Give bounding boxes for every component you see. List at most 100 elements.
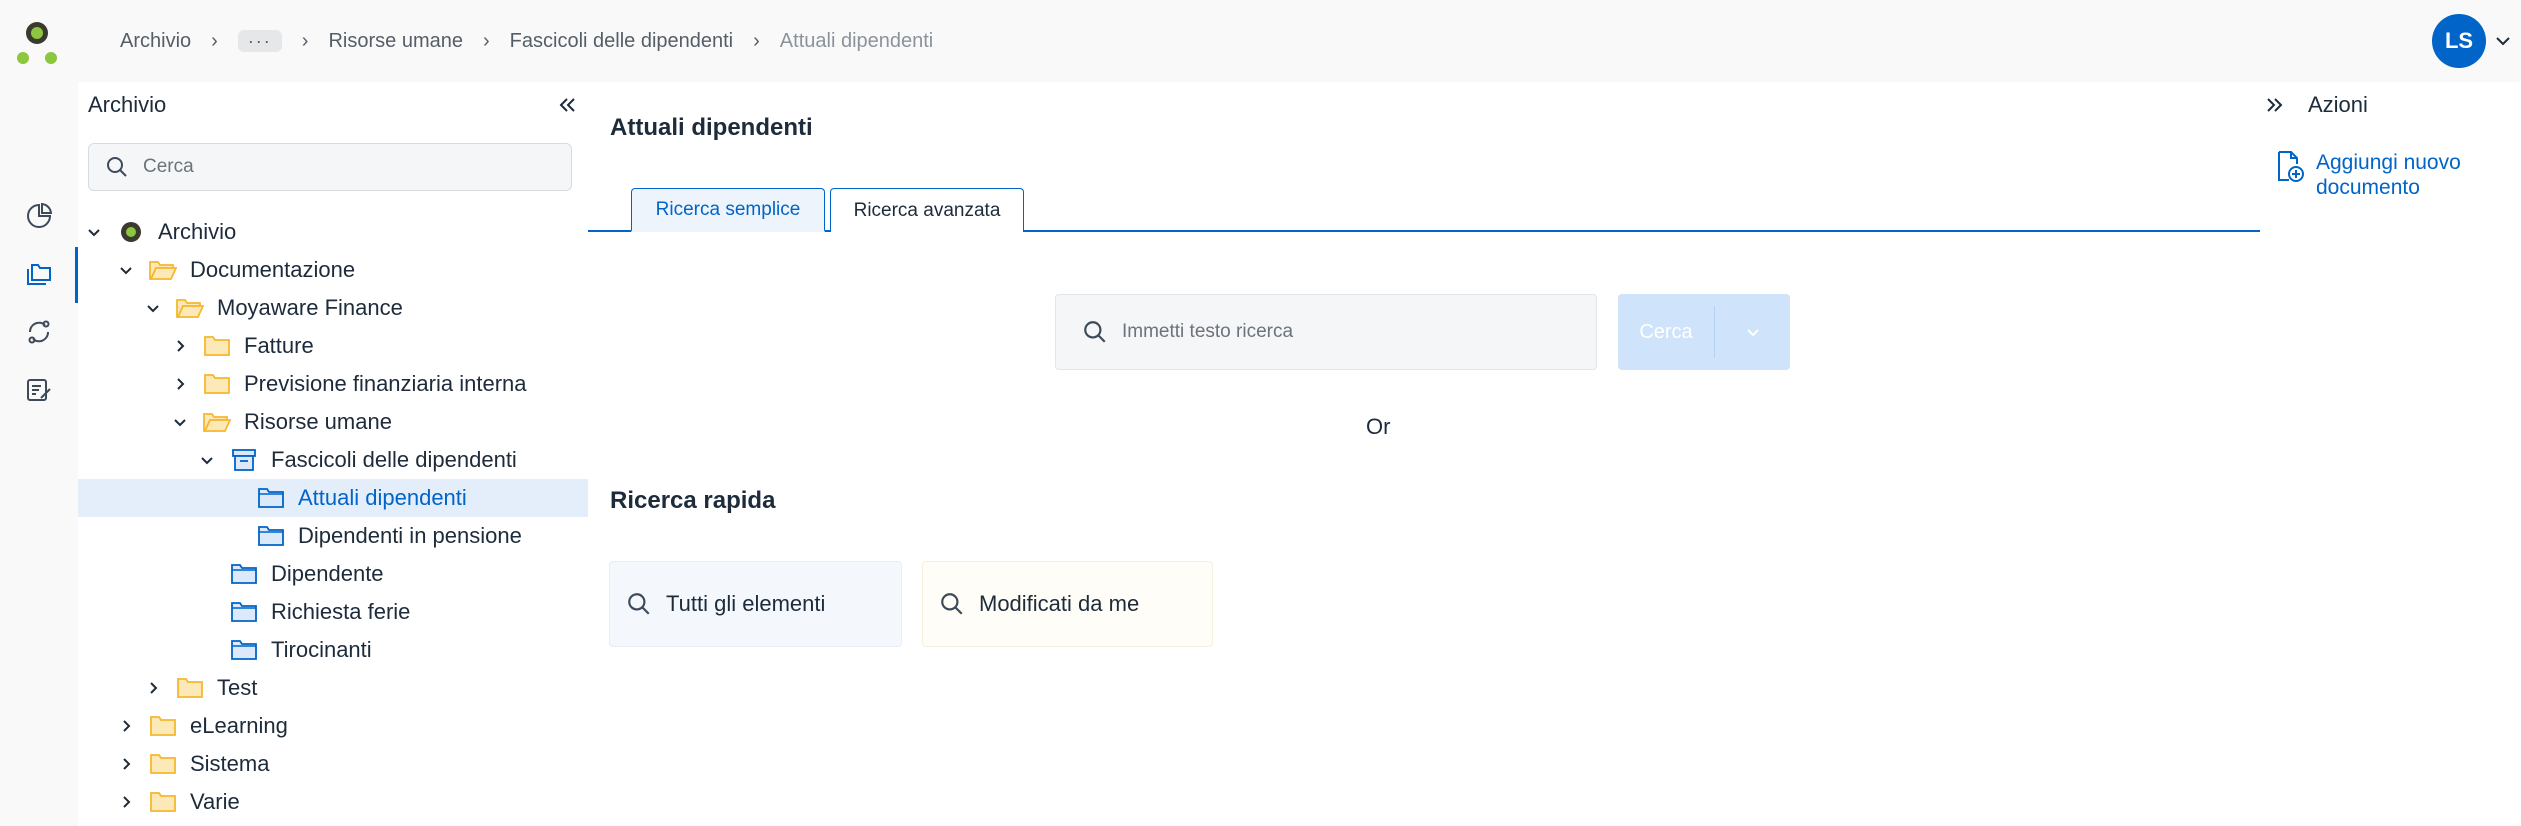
archive-logo-icon xyxy=(116,219,146,245)
search-options-button[interactable] xyxy=(1715,323,1790,341)
rail-dashboard[interactable] xyxy=(0,188,78,244)
add-document-action[interactable]: Aggiungi nuovo documento xyxy=(2276,150,2516,200)
breadcrumb-current: Attuali dipendenti xyxy=(779,29,934,52)
top-bar: Archivio › ··· › Risorse umane › Fascico… xyxy=(0,0,2521,82)
tab-ricerca-avanzata[interactable]: Ricerca avanzata xyxy=(830,188,1024,232)
search-button[interactable]: Cerca xyxy=(1618,321,1714,344)
chevron-right-icon[interactable] xyxy=(114,790,138,814)
tree-node-test[interactable]: Test xyxy=(78,669,588,707)
chevron-right-icon[interactable] xyxy=(114,752,138,776)
chevron-right-icon: › xyxy=(301,29,309,52)
chevron-down-icon[interactable] xyxy=(195,448,219,472)
tree-node-label: Tirocinanti xyxy=(271,637,372,662)
chevron-down-icon[interactable] xyxy=(141,296,165,320)
search-icon xyxy=(107,157,127,177)
tree-node-label: Sistema xyxy=(190,751,270,776)
task-list-icon xyxy=(27,379,51,401)
chevron-right-icon: › xyxy=(482,29,490,52)
tree-node-varie[interactable]: Varie xyxy=(78,783,588,821)
user-avatar[interactable]: LS xyxy=(2432,14,2486,68)
quick-search-modified-by-me[interactable]: Modificati da me xyxy=(922,561,1213,647)
collapse-left-icon[interactable] xyxy=(556,94,578,116)
breadcrumb-ellipsis-button[interactable]: ··· xyxy=(237,30,282,52)
tree-node-dipendenti-pensione[interactable]: Dipendenti in pensione xyxy=(78,517,588,555)
chevron-right-icon: › xyxy=(753,29,760,52)
quick-search-label: Modificati da me xyxy=(979,591,1140,616)
tree-node-tirocinanti[interactable]: Tirocinanti xyxy=(78,631,588,669)
search-placeholder: Immetti testo ricerca xyxy=(1122,321,1294,342)
tree-node-label: Varie xyxy=(190,789,240,814)
tree-node-label: Richiesta ferie xyxy=(271,599,411,624)
folder-icon xyxy=(148,751,178,777)
folder-blue-icon xyxy=(256,523,286,549)
tree-node-previsione[interactable]: Previsione finanziaria interna xyxy=(78,365,588,403)
folder-open-icon xyxy=(148,257,178,283)
rail-archive[interactable] xyxy=(0,247,78,303)
chevron-down-icon[interactable] xyxy=(82,220,106,244)
rail-workflow[interactable] xyxy=(0,304,78,360)
tree-node-label: Previsione finanziaria interna xyxy=(244,371,527,396)
tree-node-fatture[interactable]: Fatture xyxy=(78,327,588,365)
chevron-down-icon[interactable] xyxy=(168,410,192,434)
search-input[interactable]: Immetti testo ricerca xyxy=(1055,294,1597,370)
tree-node-documentazione[interactable]: Documentazione xyxy=(78,251,588,289)
folder-blue-icon xyxy=(229,561,259,587)
folder-icon xyxy=(148,713,178,739)
tree-node-richiesta-ferie[interactable]: Richiesta ferie xyxy=(78,593,588,631)
folder-open-icon xyxy=(202,409,232,435)
chevron-right-icon[interactable] xyxy=(168,372,192,396)
tree-node-label: Dipendente xyxy=(271,561,384,586)
search-icon xyxy=(941,593,963,615)
folder-icon xyxy=(202,371,232,397)
tree-node-risorse-umane[interactable]: Risorse umane xyxy=(78,403,588,441)
app-logo-icon[interactable] xyxy=(14,20,60,68)
rail-tasks[interactable] xyxy=(0,362,78,418)
folder-icon xyxy=(175,675,205,701)
tree-node-moyaware-finance[interactable]: Moyaware Finance xyxy=(78,289,588,327)
chevron-right-icon[interactable] xyxy=(141,676,165,700)
folder-blue-icon xyxy=(256,485,286,511)
tree-search-input[interactable]: Cerca xyxy=(88,143,572,191)
search-icon xyxy=(628,593,650,615)
tree-node-attuali-dipendenti[interactable]: Attuali dipendenti xyxy=(78,479,588,517)
sync-icon xyxy=(28,320,50,344)
tree-node-label: Archivio xyxy=(158,219,237,244)
search-icon xyxy=(1084,321,1106,343)
add-document-icon xyxy=(2278,151,2304,182)
tree-node-fascicoli[interactable]: Fascicoli delle dipendenti xyxy=(78,441,588,479)
chevron-down-icon xyxy=(1746,329,1759,337)
folder-icon xyxy=(202,333,232,359)
chevron-right-icon[interactable] xyxy=(114,714,138,738)
actions-panel: Azioni Aggiungi nuovo documento xyxy=(2260,82,2521,826)
breadcrumb-risorse-umane[interactable]: Risorse umane xyxy=(328,30,463,53)
chevron-right-icon: › xyxy=(211,29,218,52)
pie-chart-icon xyxy=(27,202,53,228)
page-title: Attuali dipendenti xyxy=(610,114,813,141)
folder-blue-icon xyxy=(229,637,259,663)
tree-node-label: Fatture xyxy=(244,333,314,358)
breadcrumb-archivio[interactable]: Archivio xyxy=(120,30,191,53)
expand-right-icon[interactable] xyxy=(2264,94,2286,116)
breadcrumb-fascicoli[interactable]: Fascicoli delle dipendenti xyxy=(510,30,733,53)
actions-title: Azioni xyxy=(2308,92,2368,117)
tree-node-sistema[interactable]: Sistema xyxy=(78,745,588,783)
tree-node-elearning[interactable]: eLearning xyxy=(78,707,588,745)
folders-icon xyxy=(27,264,51,285)
chevron-down-icon[interactable] xyxy=(114,258,138,282)
quick-search-title: Ricerca rapida xyxy=(610,487,776,514)
folder-open-icon xyxy=(175,295,205,321)
search-button-group: Cerca xyxy=(1618,294,1790,370)
tree-node-archivio[interactable]: Archivio xyxy=(78,213,588,251)
tab-ricerca-semplice[interactable]: Ricerca semplice xyxy=(631,188,825,232)
tree-node-label: Fascicoli delle dipendenti xyxy=(271,447,517,472)
folder-blue-icon xyxy=(229,599,259,625)
tree-search-placeholder: Cerca xyxy=(143,156,194,177)
tree-node-label: Attuali dipendenti xyxy=(298,485,467,510)
or-separator: Or xyxy=(1366,414,1391,439)
quick-search-all-items[interactable]: Tutti gli elementi xyxy=(609,561,902,647)
add-document-label: Aggiungi nuovo documento xyxy=(2316,151,2461,199)
tree-node-label: Documentazione xyxy=(190,257,356,282)
tree-node-dipendente[interactable]: Dipendente xyxy=(78,555,588,593)
chevron-right-icon[interactable] xyxy=(168,334,192,358)
chevron-down-icon[interactable] xyxy=(2492,30,2514,52)
